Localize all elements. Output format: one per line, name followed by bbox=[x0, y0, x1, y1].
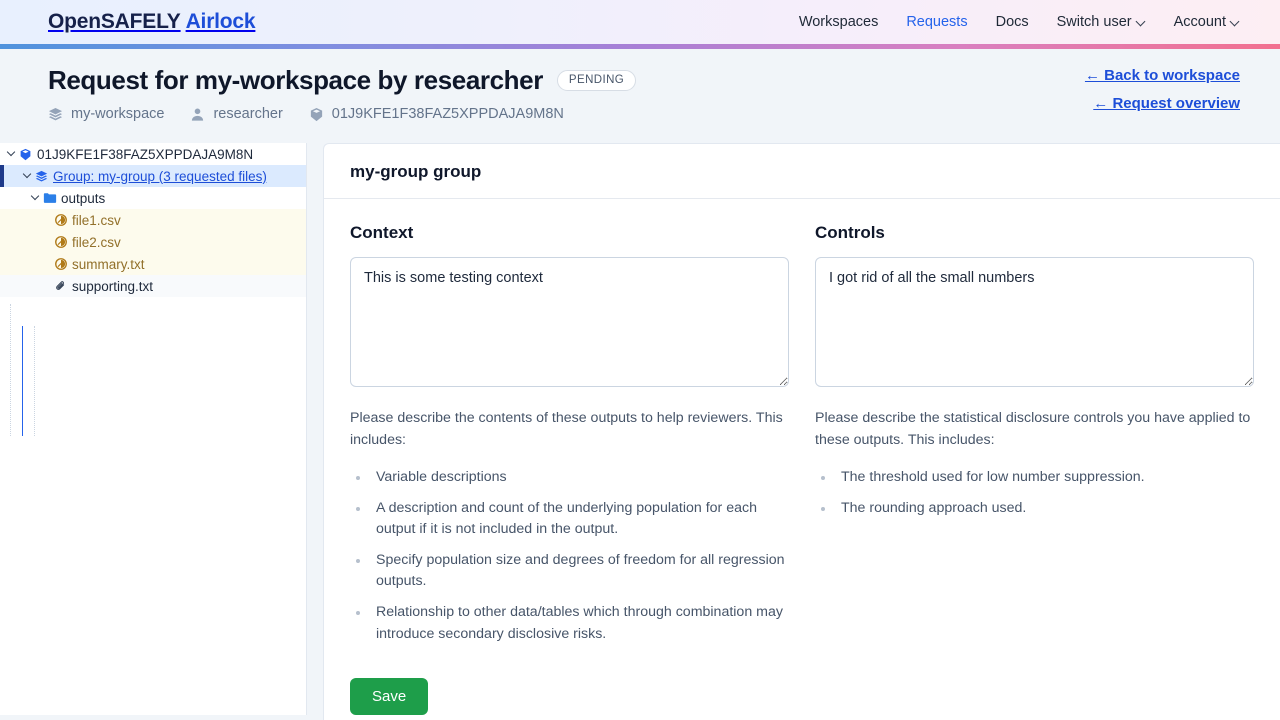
list-item: A description and count of the underlyin… bbox=[350, 498, 789, 541]
box-icon bbox=[17, 148, 34, 161]
meta-request-id-label: 01J9KFE1F38FAZ5XPPDAJA9M8N bbox=[332, 106, 564, 122]
tree-supporting-label: supporting.txt bbox=[69, 279, 153, 294]
output-file-icon bbox=[52, 236, 69, 248]
controls-hints-list: The threshold used for low number suppre… bbox=[815, 467, 1254, 519]
meta-workspace: my-workspace bbox=[48, 106, 164, 122]
save-area: Save bbox=[350, 654, 1254, 720]
tree-row-supporting-file[interactable]: supporting.txt bbox=[0, 275, 306, 297]
content-area: 01J9KFE1F38FAZ5XPPDAJA9M8N Group: my-gro… bbox=[0, 143, 1280, 720]
meta-request-id: 01J9KFE1F38FAZ5XPPDAJA9M8N bbox=[309, 106, 564, 122]
paperclip-icon bbox=[52, 280, 69, 292]
tree-folder-label: outputs bbox=[58, 191, 105, 206]
page-header: Request for my-workspace by researcher P… bbox=[0, 49, 1280, 143]
tree-row-file[interactable]: summary.txt bbox=[0, 253, 306, 275]
brand-opensafely: OpenSAFELY bbox=[48, 10, 181, 33]
nav-item-account[interactable]: Account bbox=[1174, 14, 1240, 30]
brand-airlock: Airlock bbox=[186, 10, 256, 33]
controls-column: Controls Please describe the statistical… bbox=[815, 223, 1254, 654]
chevron-down-icon[interactable] bbox=[20, 173, 33, 179]
chevron-down-icon bbox=[1231, 17, 1240, 26]
page-title: Request for my-workspace by researcher bbox=[48, 65, 543, 96]
controls-textarea[interactable] bbox=[815, 257, 1254, 387]
context-hints-list: Variable descriptions A description and … bbox=[350, 467, 789, 645]
chevron-down-icon[interactable] bbox=[4, 151, 17, 157]
nav-item-docs[interactable]: Docs bbox=[996, 14, 1029, 30]
meta-workspace-label: my-workspace bbox=[71, 106, 164, 122]
request-overview-link[interactable]: ← Request overview bbox=[1093, 95, 1240, 112]
save-button[interactable]: Save bbox=[350, 678, 428, 715]
header-links: ← Back to workspace ← Request overview bbox=[1085, 67, 1240, 112]
brand-logo[interactable]: OpenSAFELYAirlock bbox=[48, 10, 255, 34]
context-column: Context Please describe the contents of … bbox=[350, 223, 789, 654]
folder-icon bbox=[41, 191, 58, 205]
user-icon bbox=[190, 107, 205, 122]
panel-heading: my-group group bbox=[350, 162, 1254, 182]
tree-row-group[interactable]: Group: my-group (3 requested files) bbox=[0, 165, 306, 187]
back-to-workspace-link[interactable]: ← Back to workspace bbox=[1085, 67, 1240, 84]
tree-row-root[interactable]: 01J9KFE1F38FAZ5XPPDAJA9M8N bbox=[0, 143, 306, 165]
status-badge: PENDING bbox=[557, 70, 636, 91]
tree-root-label: 01J9KFE1F38FAZ5XPPDAJA9M8N bbox=[34, 147, 253, 162]
box-icon bbox=[309, 107, 324, 122]
list-item: Variable descriptions bbox=[350, 467, 789, 489]
context-help-text: Please describe the contents of these ou… bbox=[350, 408, 789, 451]
tree-row-file[interactable]: file2.csv bbox=[0, 231, 306, 253]
nav-item-workspaces[interactable]: Workspaces bbox=[799, 14, 879, 30]
nav-item-requests-label: Requests bbox=[906, 14, 967, 30]
list-item: The rounding approach used. bbox=[815, 498, 1254, 520]
list-item: Relationship to other data/tables which … bbox=[350, 602, 789, 645]
meta-row: my-workspace researcher 01J9KFE1F38FAZ5X… bbox=[48, 106, 1240, 122]
tree-row-folder-outputs[interactable]: outputs bbox=[0, 187, 306, 209]
nav-item-requests[interactable]: Requests bbox=[906, 14, 967, 30]
tree-guide-line bbox=[34, 326, 35, 436]
controls-heading: Controls bbox=[815, 223, 1254, 243]
output-file-icon bbox=[52, 214, 69, 226]
title-row: Request for my-workspace by researcher P… bbox=[48, 65, 1240, 96]
nav-item-docs-label: Docs bbox=[996, 14, 1029, 30]
nav-item-switch-user[interactable]: Switch user bbox=[1057, 14, 1146, 30]
group-panel: my-group group Context Please describe t… bbox=[323, 143, 1280, 720]
context-heading: Context bbox=[350, 223, 789, 243]
meta-user-label: researcher bbox=[213, 106, 282, 122]
meta-user: researcher bbox=[190, 106, 282, 122]
tree-row-file[interactable]: file1.csv bbox=[0, 209, 306, 231]
nav-links: Workspaces Requests Docs Switch user Acc… bbox=[799, 14, 1240, 30]
panel-header: my-group group bbox=[324, 144, 1280, 199]
nav-item-account-label: Account bbox=[1174, 14, 1226, 30]
tree-guide-line-active bbox=[22, 326, 23, 436]
list-item: Specify population size and degrees of f… bbox=[350, 550, 789, 593]
tree-guide-line bbox=[10, 304, 11, 436]
main-panel-wrapper: my-group group Context Please describe t… bbox=[307, 143, 1280, 720]
list-item: The threshold used for low number suppre… bbox=[815, 467, 1254, 489]
layers-icon bbox=[48, 107, 63, 122]
form-columns: Context Please describe the contents of … bbox=[350, 223, 1254, 654]
tree-file-label: file1.csv bbox=[69, 213, 121, 228]
chevron-down-icon[interactable] bbox=[28, 195, 41, 201]
panel-body: Context Please describe the contents of … bbox=[324, 199, 1280, 720]
output-file-icon bbox=[52, 258, 69, 270]
file-tree-sidebar: 01J9KFE1F38FAZ5XPPDAJA9M8N Group: my-gro… bbox=[0, 143, 307, 715]
context-textarea[interactable] bbox=[350, 257, 789, 387]
layers-icon bbox=[33, 170, 50, 183]
tree-group-label: Group: my-group (3 requested files) bbox=[50, 169, 267, 184]
chevron-down-icon bbox=[1137, 17, 1146, 26]
controls-help-text: Please describe the statistical disclosu… bbox=[815, 408, 1254, 451]
top-navbar: OpenSAFELYAirlock Workspaces Requests Do… bbox=[0, 0, 1280, 44]
tree-file-label: file2.csv bbox=[69, 235, 121, 250]
nav-item-switch-user-label: Switch user bbox=[1057, 14, 1132, 30]
nav-item-workspaces-label: Workspaces bbox=[799, 14, 879, 30]
tree-file-label: summary.txt bbox=[69, 257, 145, 272]
